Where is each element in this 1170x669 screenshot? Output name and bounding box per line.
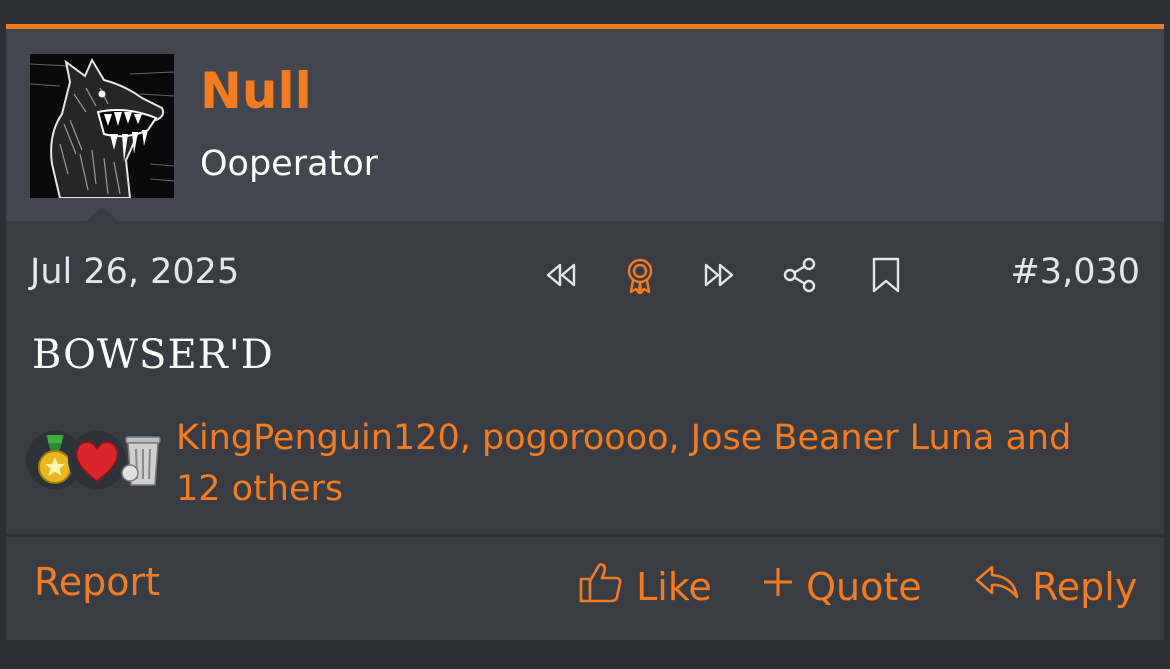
- header-pointer: [86, 207, 118, 221]
- username[interactable]: Null: [200, 61, 312, 121]
- post-container: Null Ooperator Jul 26, 2025 #3,030 BOWSE…: [6, 24, 1164, 640]
- post-header: Null Ooperator: [6, 29, 1164, 221]
- avatar[interactable]: [30, 54, 174, 198]
- award-icon[interactable]: [620, 255, 660, 295]
- trash-can-icon: [110, 431, 168, 489]
- plus-icon: [764, 568, 792, 596]
- post-date[interactable]: Jul 26, 2025: [30, 251, 239, 293]
- thumbs-up-icon: [579, 563, 622, 603]
- post-number[interactable]: #3,030: [1010, 251, 1140, 293]
- reply-arrow-icon: [975, 565, 1019, 599]
- reply-label: Reply: [1032, 565, 1138, 609]
- post-toolbar: #3,030: [540, 251, 1140, 295]
- reaction-icons[interactable]: [26, 431, 161, 491]
- footer-divider: [6, 534, 1164, 537]
- quote-label: Quote: [806, 565, 922, 609]
- bookmark-icon[interactable]: [866, 255, 906, 295]
- share-icon[interactable]: [780, 255, 820, 295]
- fast-forward-icon[interactable]: [700, 255, 740, 295]
- reaction-users-list[interactable]: KingPenguin120, pogoroooo, Jose Beaner L…: [176, 413, 1116, 515]
- reply-button[interactable]: Reply: [974, 559, 1137, 610]
- user-title: Ooperator: [200, 144, 379, 184]
- like-label: Like: [636, 565, 712, 609]
- wolf-avatar-image: [30, 54, 174, 198]
- rewind-icon[interactable]: [540, 255, 580, 295]
- quote-button[interactable]: Quote: [762, 559, 922, 610]
- like-button[interactable]: Like: [578, 559, 712, 610]
- post-message: BOWSER'D: [32, 332, 274, 378]
- report-label: Report: [34, 560, 160, 604]
- report-button[interactable]: Report: [34, 559, 160, 605]
